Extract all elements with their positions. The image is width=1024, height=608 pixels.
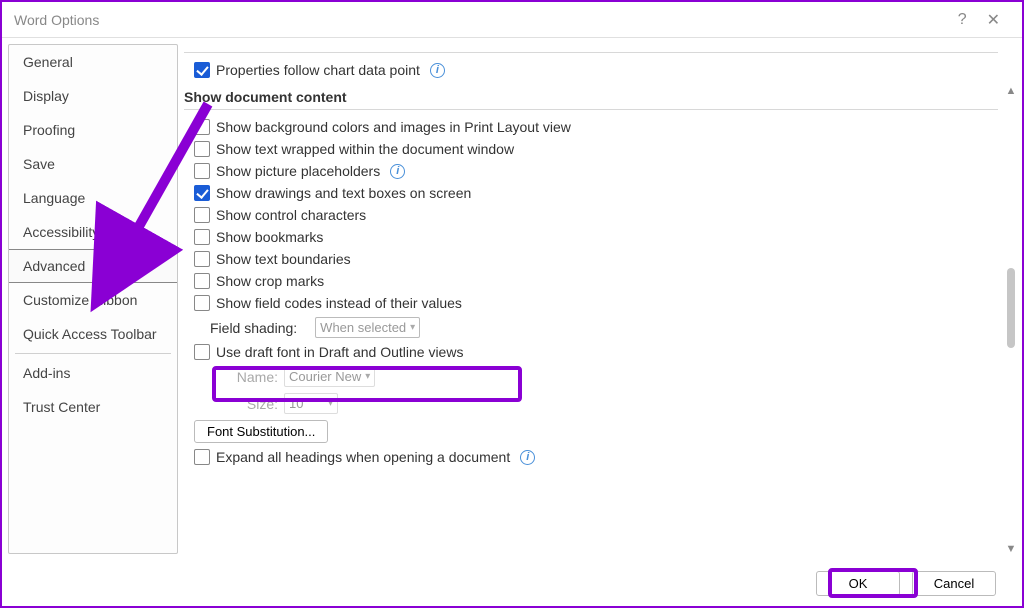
scrollbar-thumb[interactable] bbox=[1007, 268, 1015, 348]
draft-font-name-select: Courier New ▾ bbox=[284, 366, 375, 387]
sidebar-item-trust-center[interactable]: Trust Center bbox=[9, 390, 177, 424]
option-label: Show text boundaries bbox=[216, 251, 351, 267]
draft-font-size-select: 10 ▾ bbox=[284, 393, 338, 414]
option-text-wrapped[interactable]: Show text wrapped within the document wi… bbox=[184, 138, 998, 160]
sidebar-item-label: Accessibility bbox=[23, 224, 99, 240]
option-expand-headings[interactable]: Expand all headings when opening a docum… bbox=[184, 446, 998, 468]
info-icon[interactable]: i bbox=[430, 63, 445, 78]
checkbox-bg-colors[interactable] bbox=[194, 119, 210, 135]
option-picture-placeholders[interactable]: Show picture placeholders i bbox=[184, 160, 998, 182]
option-label: Show drawings and text boxes on screen bbox=[216, 185, 471, 201]
sidebar-item-label: Advanced bbox=[23, 258, 85, 274]
select-value: 10 bbox=[289, 396, 303, 411]
sidebar-item-display[interactable]: Display bbox=[9, 79, 177, 113]
checkbox-picture-placeholders[interactable] bbox=[194, 163, 210, 179]
option-label: Show text wrapped within the document wi… bbox=[216, 141, 514, 157]
option-bookmarks[interactable]: Show bookmarks bbox=[184, 226, 998, 248]
section-rule bbox=[184, 109, 998, 110]
checkbox-properties-follow[interactable] bbox=[194, 62, 210, 78]
checkbox-control-chars[interactable] bbox=[194, 207, 210, 223]
sidebar-item-label: Customize Ribbon bbox=[23, 292, 137, 308]
option-bg-colors[interactable]: Show background colors and images in Pri… bbox=[184, 116, 998, 138]
checkbox-drawings[interactable] bbox=[194, 185, 210, 201]
titlebar: Word Options ? ✕ bbox=[2, 2, 1022, 38]
option-label: Show crop marks bbox=[216, 273, 324, 289]
option-draft-name: Name: Courier New ▾ bbox=[184, 363, 998, 390]
chevron-down-icon: ▾ bbox=[328, 398, 333, 409]
sidebar-item-language[interactable]: Language bbox=[9, 181, 177, 215]
option-label: Show control characters bbox=[216, 207, 366, 223]
sidebar-divider bbox=[15, 353, 171, 354]
info-icon[interactable]: i bbox=[520, 450, 535, 465]
sidebar-item-accessibility[interactable]: Accessibility bbox=[9, 215, 177, 249]
sidebar-item-label: General bbox=[23, 54, 73, 70]
sidebar-item-advanced[interactable]: Advanced bbox=[9, 249, 177, 283]
checkbox-bookmarks[interactable] bbox=[194, 229, 210, 245]
checkbox-text-wrapped[interactable] bbox=[194, 141, 210, 157]
sidebar-item-label: Add-ins bbox=[23, 365, 70, 381]
option-label: Name: bbox=[226, 369, 278, 385]
option-label: Size: bbox=[226, 396, 278, 412]
close-button[interactable]: ✕ bbox=[977, 6, 1010, 34]
scroll-down-arrow-icon[interactable]: ▼ bbox=[1004, 542, 1018, 556]
sidebar-item-label: Language bbox=[23, 190, 85, 206]
sidebar-item-general[interactable]: General bbox=[9, 45, 177, 79]
sidebar-item-proofing[interactable]: Proofing bbox=[9, 113, 177, 147]
checkbox-draft-font[interactable] bbox=[194, 344, 210, 360]
sidebar-item-quick-access-toolbar[interactable]: Quick Access Toolbar bbox=[9, 317, 177, 351]
option-drawings[interactable]: Show drawings and text boxes on screen bbox=[184, 182, 998, 204]
sidebar-item-label: Save bbox=[23, 156, 55, 172]
ok-button[interactable]: OK bbox=[816, 571, 900, 596]
select-value: Courier New bbox=[289, 369, 361, 384]
sidebar: General Display Proofing Save Language A… bbox=[8, 44, 178, 554]
option-field-codes[interactable]: Show field codes instead of their values bbox=[184, 292, 998, 314]
option-field-shading: Field shading: When selected ▾ bbox=[184, 314, 998, 341]
option-crop-marks[interactable]: Show crop marks bbox=[184, 270, 998, 292]
option-label: Properties follow chart data point bbox=[216, 62, 420, 78]
font-substitution-button[interactable]: Font Substitution... bbox=[194, 420, 328, 443]
checkbox-expand-headings[interactable] bbox=[194, 449, 210, 465]
option-control-chars[interactable]: Show control characters bbox=[184, 204, 998, 226]
cancel-button[interactable]: Cancel bbox=[912, 571, 996, 596]
sidebar-item-label: Quick Access Toolbar bbox=[23, 326, 157, 342]
help-button[interactable]: ? bbox=[948, 7, 977, 33]
option-font-substitution: Font Substitution... bbox=[184, 417, 998, 446]
checkbox-crop-marks[interactable] bbox=[194, 273, 210, 289]
info-icon[interactable]: i bbox=[390, 164, 405, 179]
sidebar-item-label: Trust Center bbox=[23, 399, 100, 415]
option-label: Use draft font in Draft and Outline view… bbox=[216, 344, 463, 360]
option-label: Field shading: bbox=[210, 320, 297, 336]
sidebar-item-add-ins[interactable]: Add-ins bbox=[9, 356, 177, 390]
option-label: Show field codes instead of their values bbox=[216, 295, 462, 311]
option-label: Show bookmarks bbox=[216, 229, 323, 245]
sidebar-item-label: Display bbox=[23, 88, 69, 104]
scroll-up-arrow-icon[interactable]: ▲ bbox=[1004, 84, 1018, 98]
checkbox-field-codes[interactable] bbox=[194, 295, 210, 311]
sidebar-item-label: Proofing bbox=[23, 122, 75, 138]
window-title: Word Options bbox=[14, 12, 99, 28]
option-properties-follow[interactable]: Properties follow chart data point i bbox=[184, 59, 998, 81]
sidebar-item-save[interactable]: Save bbox=[9, 147, 177, 181]
checkbox-text-boundaries[interactable] bbox=[194, 251, 210, 267]
option-text-boundaries[interactable]: Show text boundaries bbox=[184, 248, 998, 270]
select-value: When selected bbox=[320, 320, 406, 335]
option-label: Expand all headings when opening a docum… bbox=[216, 449, 510, 465]
word-options-dialog: Word Options ? ✕ General Display Proofin… bbox=[0, 0, 1024, 608]
content-area: Properties follow chart data point i Sho… bbox=[178, 38, 1022, 560]
option-draft-font[interactable]: Use draft font in Draft and Outline view… bbox=[184, 341, 998, 363]
chevron-down-icon: ▾ bbox=[365, 371, 370, 382]
section-rule bbox=[184, 52, 998, 53]
field-shading-select[interactable]: When selected ▾ bbox=[315, 317, 420, 338]
option-label: Show background colors and images in Pri… bbox=[216, 119, 571, 135]
sidebar-item-customize-ribbon[interactable]: Customize Ribbon bbox=[9, 283, 177, 317]
vertical-scrollbar[interactable]: ▲ ▼ bbox=[1004, 48, 1018, 556]
chevron-down-icon: ▾ bbox=[410, 322, 415, 333]
option-label: Show picture placeholders bbox=[216, 163, 380, 179]
dialog-footer: OK Cancel bbox=[2, 560, 1022, 606]
section-header-show-document-content: Show document content bbox=[184, 81, 998, 109]
option-draft-size: Size: 10 ▾ bbox=[184, 390, 998, 417]
